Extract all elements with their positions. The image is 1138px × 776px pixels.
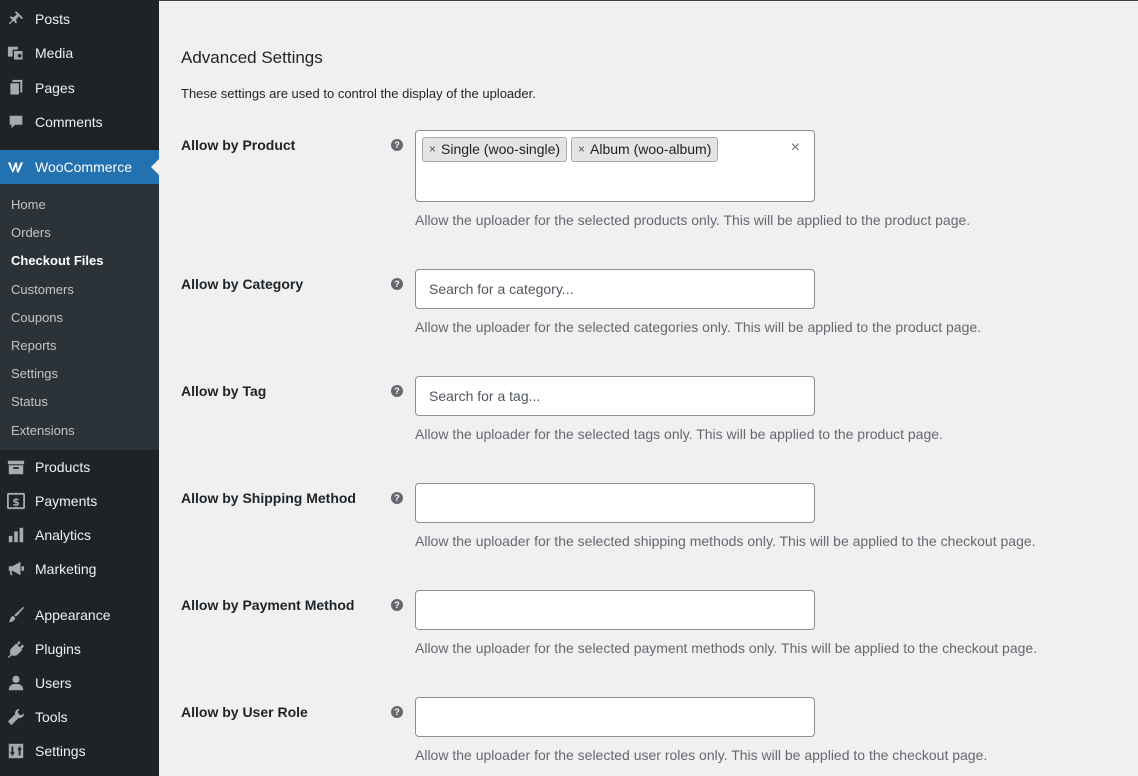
tag-label: Single (woo-single)	[441, 141, 561, 157]
help-icon[interactable]: ?	[391, 492, 403, 504]
settings-content: Advanced Settings These settings are use…	[159, 0, 1138, 776]
brush-icon	[7, 606, 25, 624]
menu-posts[interactable]: Posts	[0, 2, 159, 36]
help-icon[interactable]: ?	[391, 139, 403, 151]
allow-by-tag-description: Allow the uploader for the selected tags…	[415, 426, 943, 442]
pin-icon	[7, 10, 25, 28]
remove-tag-icon[interactable]: ×	[429, 138, 436, 161]
allow-by-product-description: Allow the uploader for the selected prod…	[415, 212, 971, 228]
menu-tools-label: Tools	[35, 709, 68, 725]
help-icon[interactable]: ?	[391, 385, 403, 397]
remove-tag-icon[interactable]: ×	[578, 138, 585, 161]
clear-selection-icon[interactable]: ×	[791, 139, 800, 157]
tag-search-input[interactable]: Search for a tag...	[415, 376, 815, 416]
comments-icon	[7, 113, 25, 131]
menu-comments[interactable]: Comments	[0, 105, 159, 139]
submenu-reports[interactable]: Reports	[11, 338, 57, 353]
menu-products-label: Products	[35, 459, 91, 475]
menu-products[interactable]: Products	[0, 450, 159, 484]
payments-icon: $	[7, 492, 25, 510]
menu-analytics[interactable]: Analytics	[0, 518, 159, 552]
submenu-extensions[interactable]: Extensions	[11, 423, 75, 438]
menu-appearance-label: Appearance	[35, 607, 111, 623]
media-icon	[7, 44, 25, 62]
menu-comments-label: Comments	[35, 114, 103, 130]
selected-tag-album: × Album (woo-album)	[571, 137, 719, 162]
allow-by-category-label: Allow by Category	[181, 276, 304, 292]
section-description: These settings are used to control the d…	[181, 86, 536, 101]
menu-appearance[interactable]: Appearance	[0, 598, 159, 632]
submenu-customers[interactable]: Customers	[11, 282, 74, 297]
submenu-coupons[interactable]: Coupons	[11, 310, 63, 325]
allow-by-user-role-description: Allow the uploader for the selected user…	[415, 747, 988, 763]
allow-by-payment-method-description: Allow the uploader for the selected paym…	[415, 640, 1038, 656]
settings-sliders-icon	[7, 742, 25, 760]
menu-media[interactable]: Media	[0, 36, 159, 70]
allow-by-user-role-label: Allow by User Role	[181, 704, 308, 720]
menu-marketing-label: Marketing	[35, 561, 97, 577]
submenu-settings[interactable]: Settings	[11, 366, 58, 381]
page-title: Advanced Settings	[181, 48, 323, 67]
menu-settings[interactable]: Settings	[0, 734, 159, 768]
allow-by-tag-label: Allow by Tag	[181, 383, 267, 399]
menu-pages-label: Pages	[35, 80, 75, 96]
pages-icon	[7, 79, 25, 97]
allow-by-payment-method-label: Allow by Payment Method	[181, 597, 355, 613]
allow-by-shipping-method-description: Allow the uploader for the selected ship…	[415, 533, 1036, 549]
menu-media-label: Media	[35, 45, 74, 61]
menu-payments-label: Payments	[35, 493, 98, 509]
bar-chart-icon	[7, 526, 25, 544]
product-select[interactable]: × Single (woo-single) × Album (woo-album…	[415, 130, 815, 202]
archive-icon	[7, 458, 25, 476]
admin-sidebar: Posts Media Pages Comments WooCommerce H…	[0, 0, 159, 776]
menu-woocommerce-label: WooCommerce	[35, 159, 132, 175]
help-icon[interactable]: ?	[391, 599, 403, 611]
menu-payments[interactable]: $ Payments	[0, 484, 159, 518]
payment-method-select[interactable]	[415, 590, 815, 630]
allow-by-shipping-method-label: Allow by Shipping Method	[181, 490, 356, 506]
menu-settings-label: Settings	[35, 743, 86, 759]
menu-plugins-label: Plugins	[35, 641, 81, 657]
plugin-icon	[7, 640, 25, 658]
menu-plugins[interactable]: Plugins	[0, 632, 159, 666]
user-role-select[interactable]	[415, 697, 815, 737]
wrench-icon	[7, 708, 25, 726]
tag-label: Album (woo-album)	[590, 141, 712, 157]
menu-marketing[interactable]: Marketing	[0, 552, 159, 586]
svg-text:$: $	[12, 496, 20, 509]
woocommerce-submenu: Home Orders Checkout Files Customers Cou…	[0, 184, 159, 450]
allow-by-product-label: Allow by Product	[181, 137, 296, 153]
menu-pages[interactable]: Pages	[0, 71, 159, 105]
category-placeholder: Search for a category...	[429, 281, 574, 297]
menu-users[interactable]: Users	[0, 666, 159, 700]
menu-users-label: Users	[35, 675, 72, 691]
submenu-checkout-files[interactable]: Checkout Files	[11, 253, 103, 268]
submenu-orders[interactable]: Orders	[11, 225, 51, 240]
menu-analytics-label: Analytics	[35, 527, 92, 543]
megaphone-icon	[7, 560, 25, 578]
current-menu-arrow	[151, 159, 159, 175]
menu-posts-label: Posts	[35, 11, 71, 27]
woocommerce-icon	[7, 158, 25, 176]
tag-placeholder: Search for a tag...	[429, 388, 541, 404]
help-icon[interactable]: ?	[391, 706, 403, 718]
selected-tag-single: × Single (woo-single)	[422, 137, 568, 162]
menu-tools[interactable]: Tools	[0, 700, 159, 734]
shipping-method-select[interactable]	[415, 483, 815, 523]
submenu-home[interactable]: Home	[11, 197, 46, 212]
menu-woocommerce[interactable]: WooCommerce	[0, 150, 159, 184]
help-icon[interactable]: ?	[391, 278, 403, 290]
submenu-status[interactable]: Status	[11, 394, 48, 409]
category-search-input[interactable]: Search for a category...	[415, 269, 815, 309]
allow-by-category-description: Allow the uploader for the selected cate…	[415, 319, 982, 335]
user-icon	[7, 674, 25, 692]
